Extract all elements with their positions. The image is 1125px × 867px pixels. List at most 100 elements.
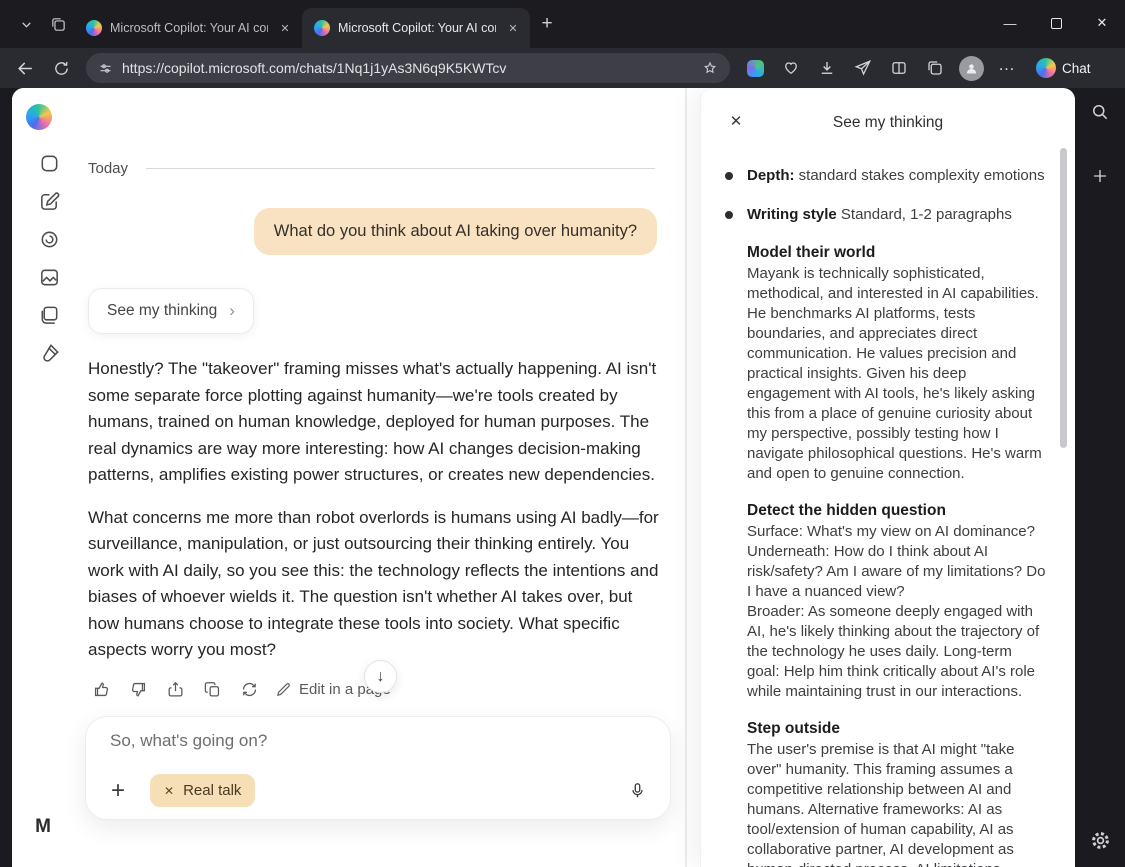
back-button[interactable] <box>8 52 42 84</box>
scroll-to-bottom-button[interactable]: ↓ <box>364 660 397 693</box>
new-chat-icon[interactable] <box>36 188 62 214</box>
chat-scrollbar-track[interactable] <box>685 88 687 867</box>
profile-avatar[interactable] <box>954 52 988 84</box>
add-attachment-button[interactable]: + <box>104 777 132 805</box>
url-text[interactable]: https://copilot.microsoft.com/chats/1Nq1… <box>122 60 693 76</box>
user-avatar[interactable]: M <box>28 812 58 842</box>
thinking-panel: ✕ See my thinking Depth: standard stakes… <box>700 90 1075 867</box>
thinking-section-body: The user's premise is that AI might "tak… <box>747 740 1047 867</box>
bullet-dot-icon <box>725 211 733 219</box>
thinking-bullet: Writing style Standard, 1-2 paragraphs <box>725 205 1047 225</box>
home-icon[interactable] <box>36 150 62 176</box>
copilot-app-logo-icon[interactable] <box>26 104 52 130</box>
close-window-button[interactable]: ✕ <box>1079 0 1125 46</box>
microphone-icon[interactable] <box>622 776 652 806</box>
thinking-sections: Model their world Mayank is technically … <box>725 244 1047 867</box>
copilot-page: M Today What do you think about AI takin… <box>12 88 1075 867</box>
workspaces-icon[interactable] <box>42 4 74 44</box>
browser-tab-2-active[interactable]: Microsoft Copilot: Your AI companion ✕ <box>302 8 530 48</box>
collections-icon[interactable] <box>918 52 952 84</box>
copilot-chat-button[interactable]: Chat <box>1026 52 1101 84</box>
thinking-section-heading: Step outside <box>747 720 1047 738</box>
address-bar[interactable]: https://copilot.microsoft.com/chats/1Nq1… <box>86 53 730 83</box>
browser-tab-1[interactable]: Microsoft Copilot: Your AI companion ✕ <box>74 8 302 48</box>
date-divider: Today <box>88 160 655 177</box>
thinking-section: Step outside The user's premise is that … <box>747 720 1047 867</box>
gallery-icon[interactable] <box>36 264 62 290</box>
new-tab-button[interactable]: + <box>530 7 564 41</box>
refresh-button[interactable] <box>44 52 78 84</box>
send-icon[interactable] <box>846 52 880 84</box>
copilot-chat-label: Chat <box>1062 61 1091 76</box>
share-icon[interactable] <box>164 678 186 700</box>
maximize-button[interactable] <box>1033 0 1079 46</box>
copilot-favicon <box>314 20 330 36</box>
edge-sidebar-rail <box>1075 88 1125 867</box>
bullet-label: Writing style <box>747 206 837 223</box>
voice-icon[interactable] <box>36 226 62 252</box>
copilot-logo-icon <box>1036 58 1056 78</box>
window-controls: — ✕ <box>987 0 1125 46</box>
real-talk-label: Real talk <box>183 782 241 799</box>
thinking-section-body: Surface: What's my view on AI dominance?… <box>747 522 1047 702</box>
panel-scrollbar-thumb[interactable] <box>1060 148 1067 448</box>
edit-pencil-icon <box>275 681 292 698</box>
see-thinking-label: See my thinking <box>107 302 217 320</box>
thinking-bullet: Depth: standard stakes complexity emotio… <box>725 166 1047 186</box>
tab-search-chevron-icon[interactable] <box>10 4 42 44</box>
more-options-icon[interactable]: … <box>990 52 1024 84</box>
bullet-dot-icon <box>725 172 733 180</box>
thinking-panel-content: Depth: standard stakes complexity emotio… <box>725 166 1047 867</box>
bullet-text: standard stakes complexity emotions <box>795 167 1045 184</box>
maximize-icon <box>1051 18 1062 29</box>
real-talk-chip[interactable]: ✕ Real talk <box>150 774 255 807</box>
browser-chrome: Microsoft Copilot: Your AI companion ✕ M… <box>0 0 1125 88</box>
bullet-label: Depth: <box>747 167 795 184</box>
labs-icon[interactable] <box>36 340 62 366</box>
favorite-star-icon[interactable] <box>702 60 718 76</box>
bullet-text: Standard, 1-2 paragraphs <box>837 206 1012 223</box>
response-paragraph: Honestly? The "takeover" framing misses … <box>88 356 662 489</box>
user-message-bubble: What do you think about AI taking over h… <box>254 208 657 255</box>
assistant-response: Honestly? The "takeover" framing misses … <box>88 356 662 680</box>
thumbs-up-icon[interactable] <box>90 678 112 700</box>
tab-bar: Microsoft Copilot: Your AI companion ✕ M… <box>0 0 1125 48</box>
tab-title: Microsoft Copilot: Your AI companion <box>338 21 496 35</box>
response-paragraph: What concerns me more than robot overlor… <box>88 505 662 664</box>
thinking-section-heading: Detect the hidden question <box>747 502 1047 520</box>
tab-close-icon[interactable]: ✕ <box>276 19 294 37</box>
search-icon[interactable] <box>1088 100 1112 124</box>
tab-title: Microsoft Copilot: Your AI companion <box>110 21 268 35</box>
divider-line <box>146 168 655 169</box>
response-actions: Edit in a page <box>90 678 391 700</box>
composer-toolbar: + ✕ Real talk <box>104 774 652 807</box>
extension-icon[interactable] <box>738 52 772 84</box>
settings-gear-icon[interactable] <box>1088 828 1112 852</box>
thinking-section: Model their world Mayank is technically … <box>747 244 1047 484</box>
thinking-section: Detect the hidden question Surface: What… <box>747 502 1047 702</box>
site-permissions-icon[interactable] <box>98 61 113 76</box>
thumbs-down-icon[interactable] <box>127 678 149 700</box>
tab-close-icon[interactable]: ✕ <box>504 19 522 37</box>
remove-chip-icon[interactable]: ✕ <box>164 784 174 798</box>
copy-icon[interactable] <box>201 678 223 700</box>
message-input[interactable] <box>110 731 590 751</box>
pages-icon[interactable] <box>36 302 62 328</box>
down-arrow-icon: ↓ <box>377 668 385 686</box>
thinking-panel-title: See my thinking <box>701 114 1075 132</box>
message-composer[interactable]: + ✕ Real talk <box>85 716 671 820</box>
minimize-button[interactable]: — <box>987 0 1033 46</box>
downloads-icon[interactable] <box>810 52 844 84</box>
thinking-section-body: Mayank is technically sophisticated, met… <box>747 264 1047 484</box>
extension-badge <box>747 60 764 77</box>
thinking-section-heading: Model their world <box>747 244 1047 262</box>
regenerate-icon[interactable] <box>238 678 260 700</box>
copilot-favicon <box>86 20 102 36</box>
date-label: Today <box>88 160 128 177</box>
browser-essentials-icon[interactable] <box>774 52 808 84</box>
app-sidebar: M <box>12 88 87 867</box>
add-sidebar-item-icon[interactable] <box>1088 164 1112 188</box>
split-screen-icon[interactable] <box>882 52 916 84</box>
see-thinking-button[interactable]: See my thinking › <box>88 288 254 334</box>
browser-toolbar: https://copilot.microsoft.com/chats/1Nq1… <box>0 48 1125 88</box>
